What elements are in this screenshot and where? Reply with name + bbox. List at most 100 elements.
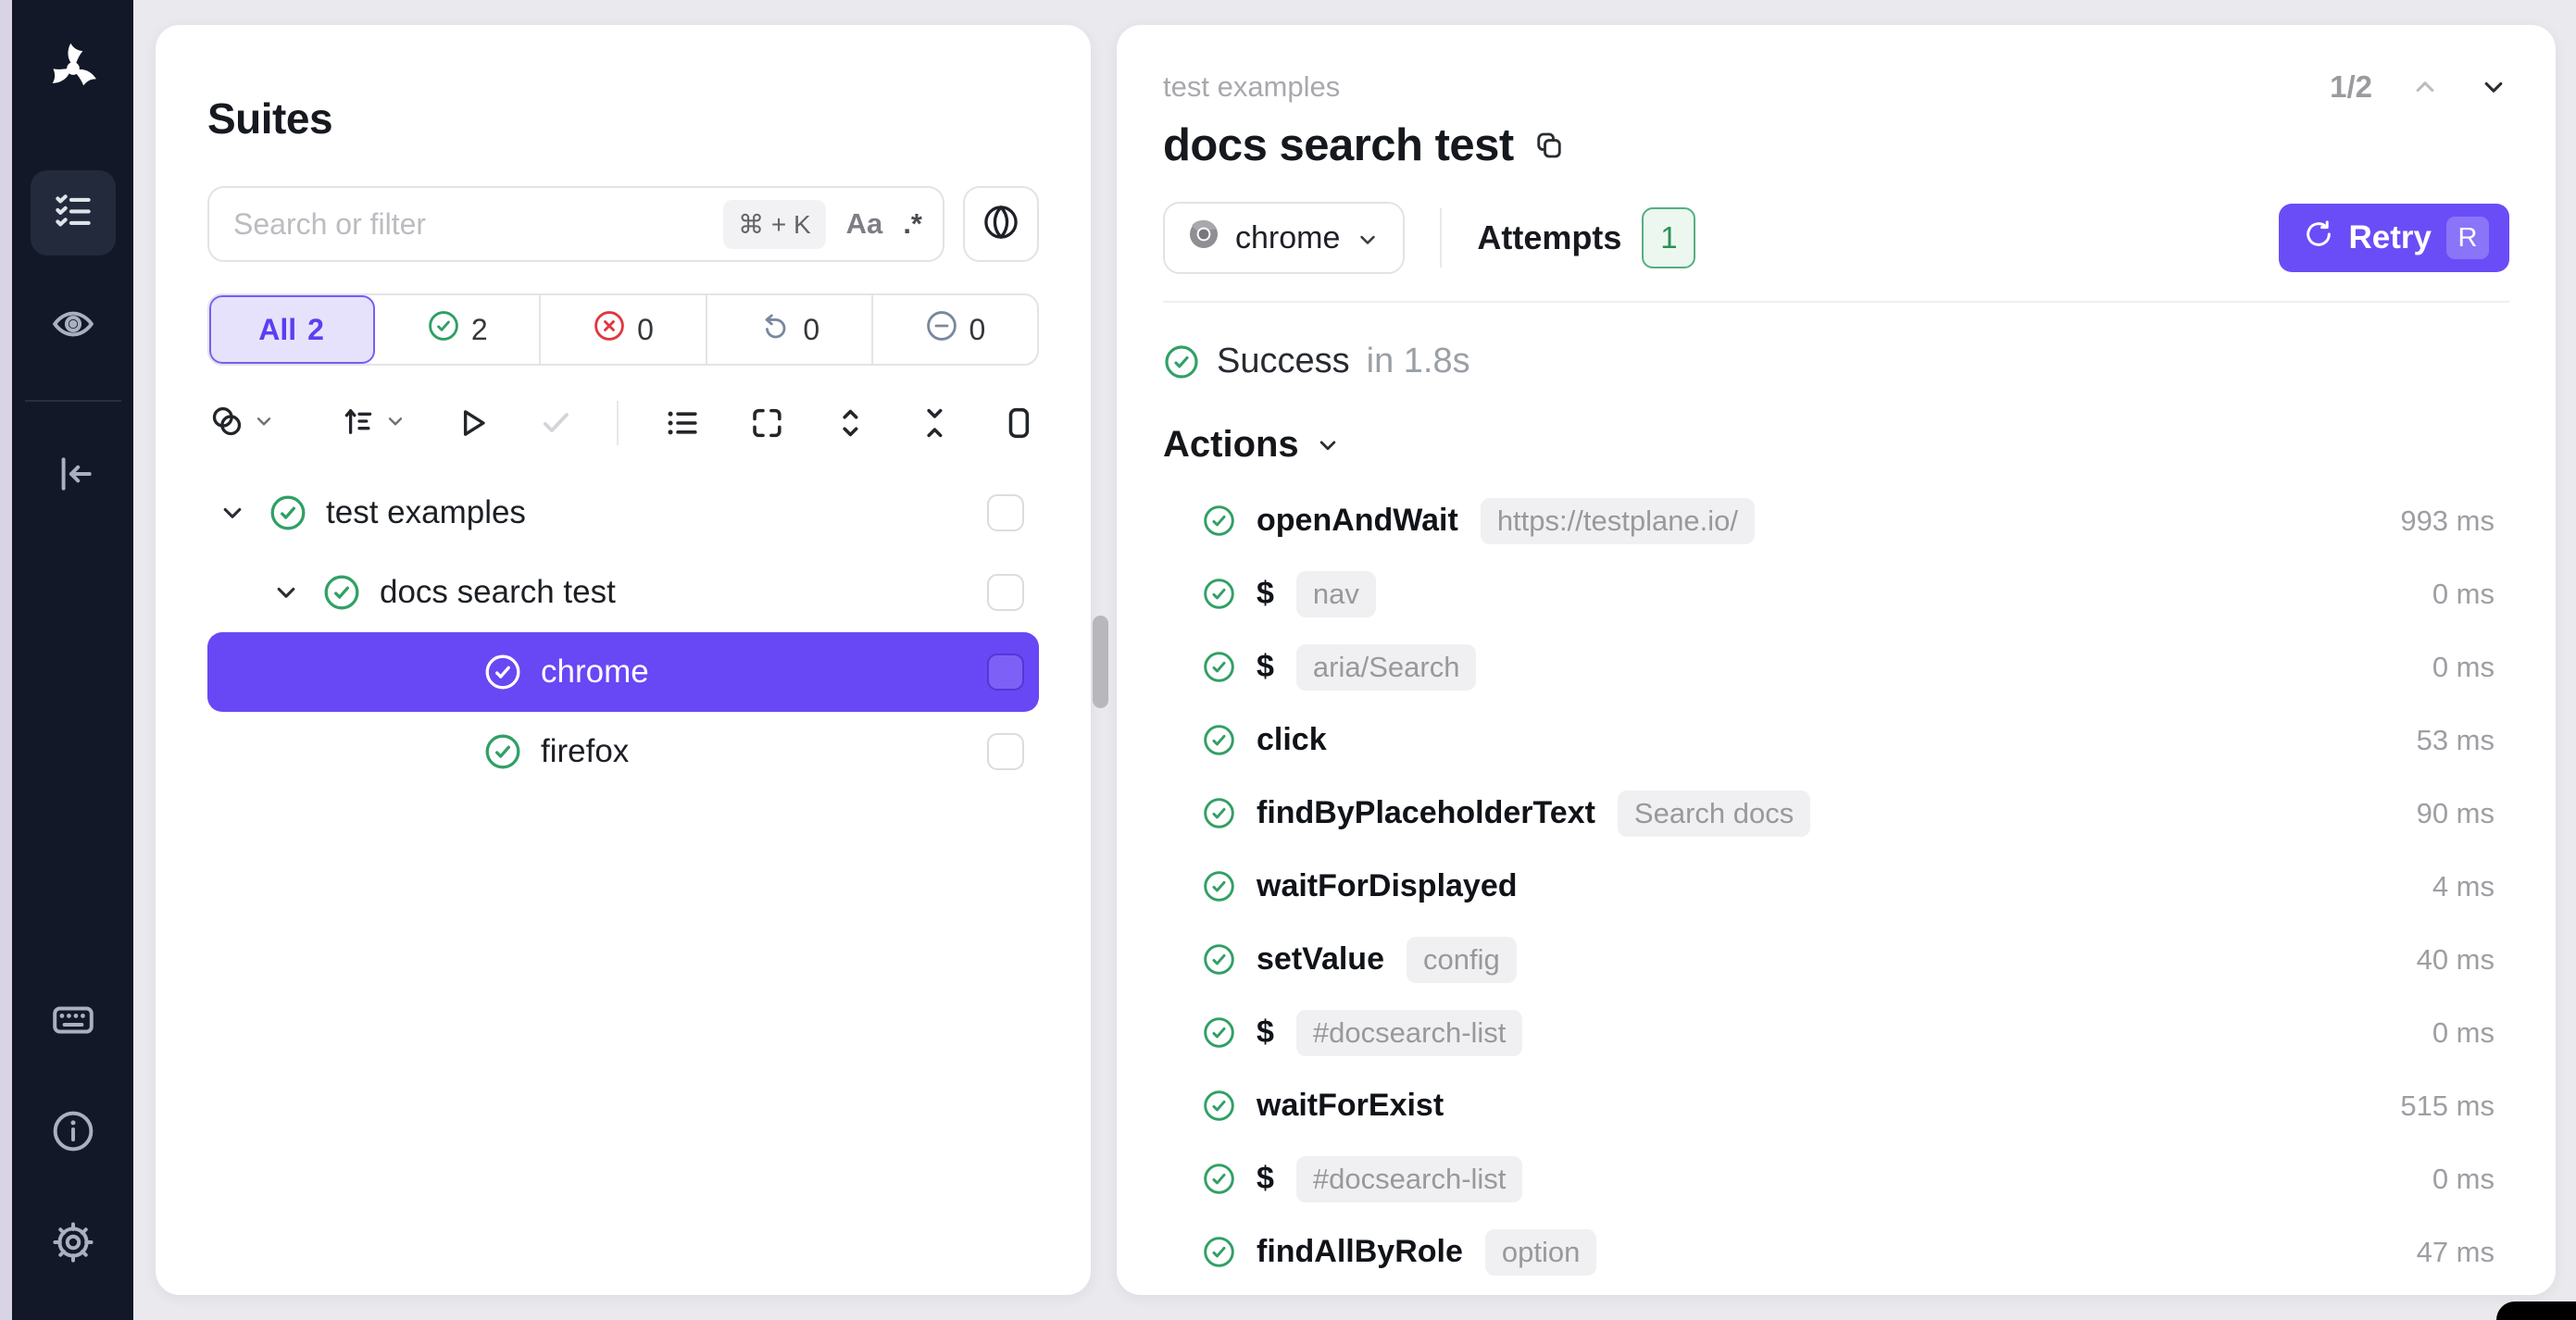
attempts-label: Attempts — [1477, 218, 1621, 257]
sidebar-collapse-button[interactable] — [31, 433, 116, 518]
expand-all-button[interactable] — [831, 403, 870, 443]
action-row[interactable]: findByPlaceholderText Search docs 90 ms — [1163, 777, 2509, 850]
collapse-all-button[interactable] — [915, 403, 955, 443]
action-row[interactable]: openAndWait https://testplane.io/ 993 ms — [1163, 484, 2509, 557]
retry-button[interactable]: Retry R — [2279, 204, 2509, 272]
tree-row-suite[interactable]: test examples — [207, 473, 1039, 553]
attempt-badge[interactable]: 1 — [1642, 207, 1695, 268]
action-row[interactable]: waitForExist 515 ms — [1163, 1069, 2509, 1142]
tree-row-browser-chrome[interactable]: chrome — [207, 632, 1039, 712]
filter-all[interactable]: All 2 — [209, 295, 375, 364]
prev-test-button[interactable] — [2409, 71, 2441, 103]
sidebar-shortcuts-button[interactable] — [31, 979, 116, 1065]
tree-label: test examples — [326, 494, 526, 531]
screen-corner — [2496, 1301, 2576, 1320]
tree-label: firefox — [541, 733, 629, 770]
browsers-group-icon — [207, 402, 246, 445]
pagination-counter: 1/2 — [2330, 69, 2372, 105]
panel-layout-button[interactable] — [999, 403, 1039, 443]
action-duration: 53 ms — [2417, 724, 2509, 757]
action-name: $ — [1257, 1015, 1274, 1051]
actions-section-toggle[interactable]: Actions — [1163, 424, 2509, 466]
sidebar-info-button[interactable] — [31, 1090, 116, 1176]
chrome-icon — [1187, 218, 1220, 259]
tree-checkbox[interactable] — [987, 574, 1024, 611]
browsers-filter-button[interactable] — [963, 186, 1039, 262]
sidebar-item-visual-checks[interactable] — [31, 283, 116, 368]
tree-checkbox[interactable] — [987, 654, 1024, 691]
action-row[interactable]: $ #docsearch-list 0 ms — [1163, 1142, 2509, 1215]
action-row[interactable]: $ aria/Search 0 ms — [1163, 630, 2509, 704]
status-filter-group: All 2 2 0 0 0 — [207, 293, 1039, 366]
sidebar — [12, 0, 133, 1320]
passed-icon — [483, 653, 522, 691]
tree-row-browser-firefox[interactable]: firefox — [207, 712, 1039, 791]
tree-checkbox[interactable] — [987, 494, 1024, 531]
filter-all-count: 2 — [307, 313, 324, 347]
regex-toggle[interactable]: .* — [903, 207, 922, 241]
passed-icon — [322, 573, 361, 612]
app-screen: Suites ⌘ + K Aa .* All 2 — [0, 0, 2576, 1320]
suites-panel: Suites ⌘ + K Aa .* All 2 — [156, 25, 1091, 1295]
filter-retried[interactable]: 0 — [707, 295, 873, 364]
browser-select[interactable]: chrome — [1163, 202, 1405, 274]
select-done-button[interactable] — [536, 403, 576, 443]
action-row[interactable]: $ #docsearch-list 0 ms — [1163, 996, 2509, 1069]
action-row[interactable]: waitForDisplayed 4 ms — [1163, 850, 2509, 923]
tree-label: chrome — [541, 654, 649, 691]
passed-icon — [1202, 723, 1236, 757]
action-arg-badge: #docsearch-list — [1296, 1010, 1522, 1056]
result-panel: test examples 1/2 docs search test — [1117, 25, 2556, 1295]
action-duration: 90 ms — [2417, 797, 2509, 830]
filter-retried-count: 0 — [803, 313, 819, 347]
section-divider — [1163, 301, 2509, 303]
status-duration: in 1.8s — [1367, 342, 1470, 381]
tree-checkbox[interactable] — [987, 733, 1024, 770]
action-duration: 4 ms — [2432, 870, 2509, 903]
filter-all-label: All — [258, 313, 296, 347]
match-case-toggle[interactable]: Aa — [846, 207, 883, 241]
action-name: $ — [1257, 1161, 1274, 1197]
filter-passed[interactable]: 2 — [375, 295, 541, 364]
action-row[interactable]: findAllByRole option 47 ms — [1163, 1215, 2509, 1289]
suites-scrollbar-thumb[interactable] — [1093, 616, 1108, 708]
list-view-button[interactable] — [663, 403, 703, 443]
passed-icon — [1202, 869, 1236, 903]
testplane-logo-icon — [31, 26, 116, 111]
action-arg-badge: config — [1407, 937, 1517, 983]
chevron-down-icon[interactable] — [217, 497, 248, 529]
action-row[interactable]: $ nav 0 ms — [1163, 557, 2509, 630]
failed-icon — [593, 309, 626, 350]
focus-selection-button[interactable] — [747, 403, 787, 443]
passed-icon — [1202, 1235, 1236, 1269]
action-name: setValue — [1257, 941, 1384, 978]
action-duration: 0 ms — [2432, 578, 2509, 611]
group-by-browser-dropdown[interactable] — [207, 402, 276, 445]
passed-icon — [483, 732, 522, 771]
action-row[interactable]: setValue config 40 ms — [1163, 923, 2509, 996]
tree-row-test[interactable]: docs search test — [207, 553, 1039, 632]
sidebar-item-suites[interactable] — [31, 170, 116, 255]
filter-failed[interactable]: 0 — [541, 295, 707, 364]
filter-passed-count: 2 — [471, 313, 488, 347]
keyboard-icon — [50, 997, 96, 1048]
controls-divider — [1440, 208, 1442, 268]
next-test-button[interactable] — [2478, 71, 2509, 103]
sidebar-settings-button[interactable] — [31, 1202, 116, 1287]
sort-dropdown[interactable] — [339, 402, 407, 445]
action-name: openAndWait — [1257, 503, 1458, 539]
success-icon — [1163, 343, 1200, 380]
chevron-down-icon — [383, 409, 407, 438]
test-title: docs search test — [1163, 119, 1514, 171]
shortcut-badge: ⌘ + K — [723, 200, 826, 249]
filter-skipped[interactable]: 0 — [873, 295, 1037, 364]
toolbar-divider — [617, 401, 619, 445]
passed-icon — [1202, 1089, 1236, 1123]
passed-icon — [1202, 942, 1236, 977]
chevron-down-icon[interactable] — [270, 577, 302, 608]
action-row[interactable]: click 53 ms — [1163, 704, 2509, 777]
copy-icon[interactable] — [1532, 129, 1566, 162]
run-tests-button[interactable] — [452, 403, 492, 443]
action-duration: 0 ms — [2432, 1016, 2509, 1050]
search-input[interactable] — [233, 207, 703, 242]
